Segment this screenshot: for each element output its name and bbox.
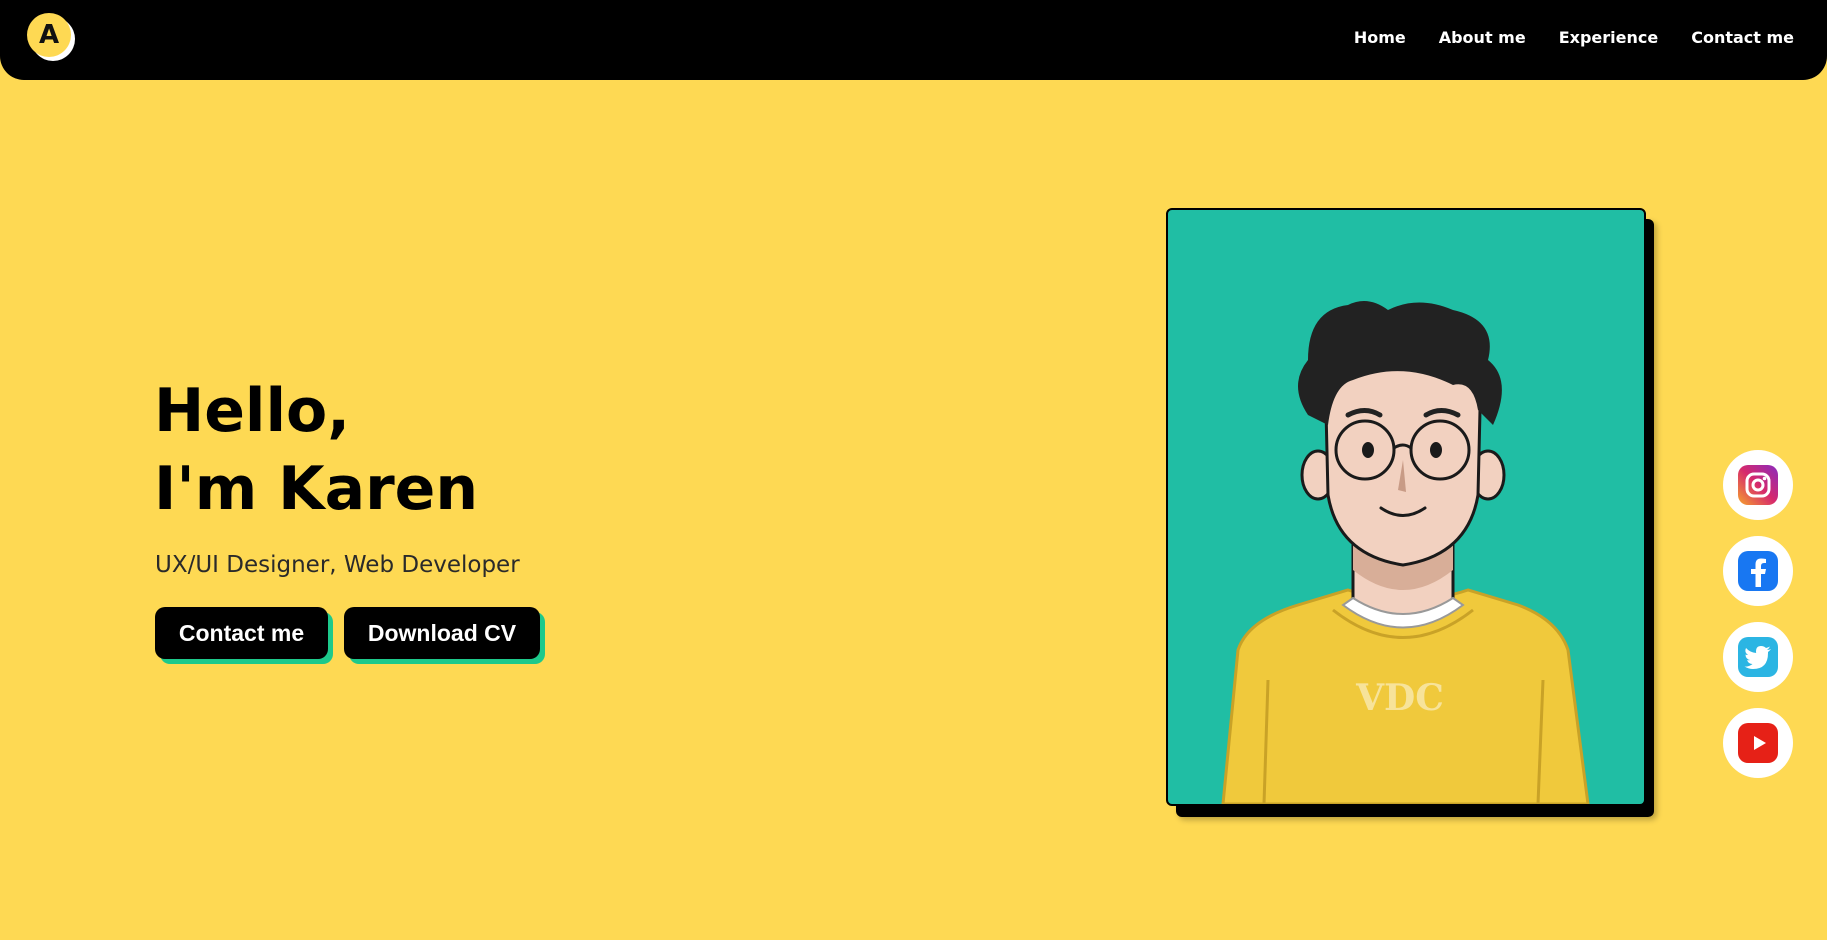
youtube-button[interactable] [1723, 708, 1793, 778]
hero-name: I'm Karen [154, 454, 479, 524]
twitter-icon [1738, 637, 1778, 677]
instagram-button[interactable] [1723, 450, 1793, 520]
navbar: A Home About me Experience Contact me [0, 0, 1827, 80]
nav-link-home[interactable]: Home [1354, 28, 1406, 47]
nav-link-contact[interactable]: Contact me [1691, 28, 1794, 47]
download-cv-button[interactable]: Download CV [344, 607, 540, 659]
logo[interactable]: A [27, 13, 71, 57]
twitter-button[interactable] [1723, 622, 1793, 692]
instagram-icon [1738, 465, 1778, 505]
portrait-card: VDC [1166, 208, 1646, 806]
nav-links: Home About me Experience Contact me [1354, 0, 1794, 74]
hero-subtitle: UX/UI Designer, Web Developer [155, 552, 520, 578]
nav-link-experience[interactable]: Experience [1559, 28, 1659, 47]
nav-link-about[interactable]: About me [1439, 28, 1526, 47]
contact-me-button[interactable]: Contact me [155, 607, 328, 659]
hero-title: Hello, I'm Karen [154, 372, 478, 528]
facebook-button[interactable] [1723, 536, 1793, 606]
avatar-illustration: VDC [1221, 301, 1590, 804]
youtube-icon [1738, 723, 1778, 763]
facebook-icon [1738, 551, 1778, 591]
shirt-text: VDC [1355, 677, 1444, 719]
hero-greeting: Hello, [154, 376, 351, 446]
